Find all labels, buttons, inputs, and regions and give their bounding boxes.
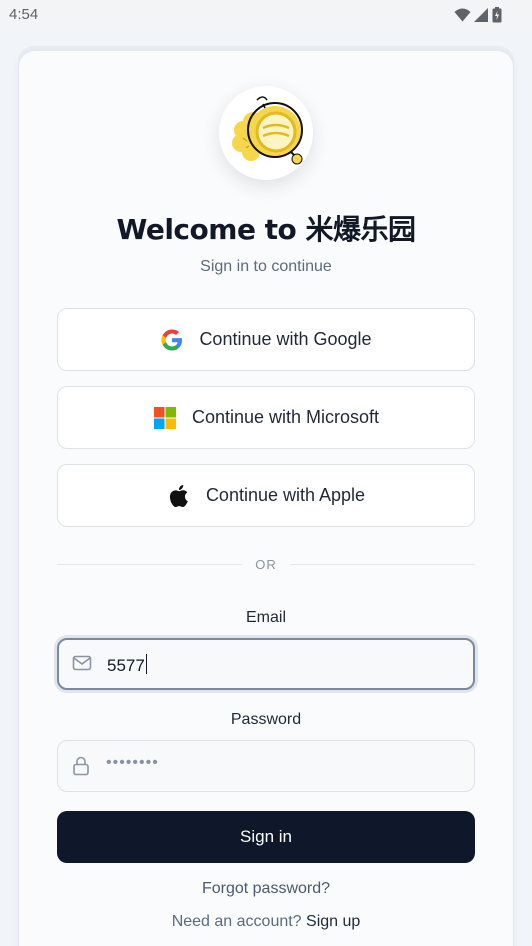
battery-icon — [492, 7, 502, 28]
divider-line-left — [57, 564, 242, 565]
page-title: Welcome to 米爆乐园 — [116, 213, 416, 246]
email-value: 5577 — [107, 654, 148, 676]
wifi-icon — [454, 8, 471, 27]
email-field[interactable]: 5577 — [57, 638, 475, 690]
mail-icon — [72, 654, 92, 677]
google-icon — [160, 328, 184, 352]
page-subtitle: Sign in to continue — [200, 258, 332, 275]
app-logo — [219, 86, 313, 180]
password-value: •••••••• — [106, 754, 159, 771]
signal-icon — [474, 8, 489, 27]
apple-signin-button[interactable]: Continue with Apple — [57, 464, 475, 527]
password-field[interactable]: •••••••• — [57, 740, 475, 792]
forgot-password-link[interactable]: Forgot password? — [0, 880, 532, 898]
apple-icon — [167, 484, 191, 508]
sign-in-button[interactable]: Sign in — [57, 811, 475, 863]
status-icons — [454, 7, 502, 28]
microsoft-signin-button[interactable]: Continue with Microsoft — [57, 386, 475, 449]
password-label: Password — [230, 711, 302, 728]
divider-or: OR — [255, 557, 277, 572]
email-label: Email — [245, 609, 286, 626]
sign-up-link[interactable]: Sign up — [306, 913, 360, 930]
status-bar: 4:54 — [0, 0, 532, 30]
apple-signin-label: Continue with Apple — [205, 485, 366, 505]
google-signin-button[interactable]: Continue with Google — [57, 308, 475, 371]
app-logo-icon — [232, 96, 303, 165]
divider-line-right — [290, 564, 475, 565]
lock-icon — [72, 756, 90, 781]
need-account-text: Need an account? — [171, 913, 302, 930]
microsoft-icon — [153, 406, 177, 430]
google-signin-label: Continue with Google — [199, 329, 372, 349]
signup-row: Need an account? Sign up — [0, 913, 532, 931]
microsoft-signin-label: Continue with Microsoft — [191, 407, 380, 427]
status-time: 4:54 — [9, 6, 39, 23]
